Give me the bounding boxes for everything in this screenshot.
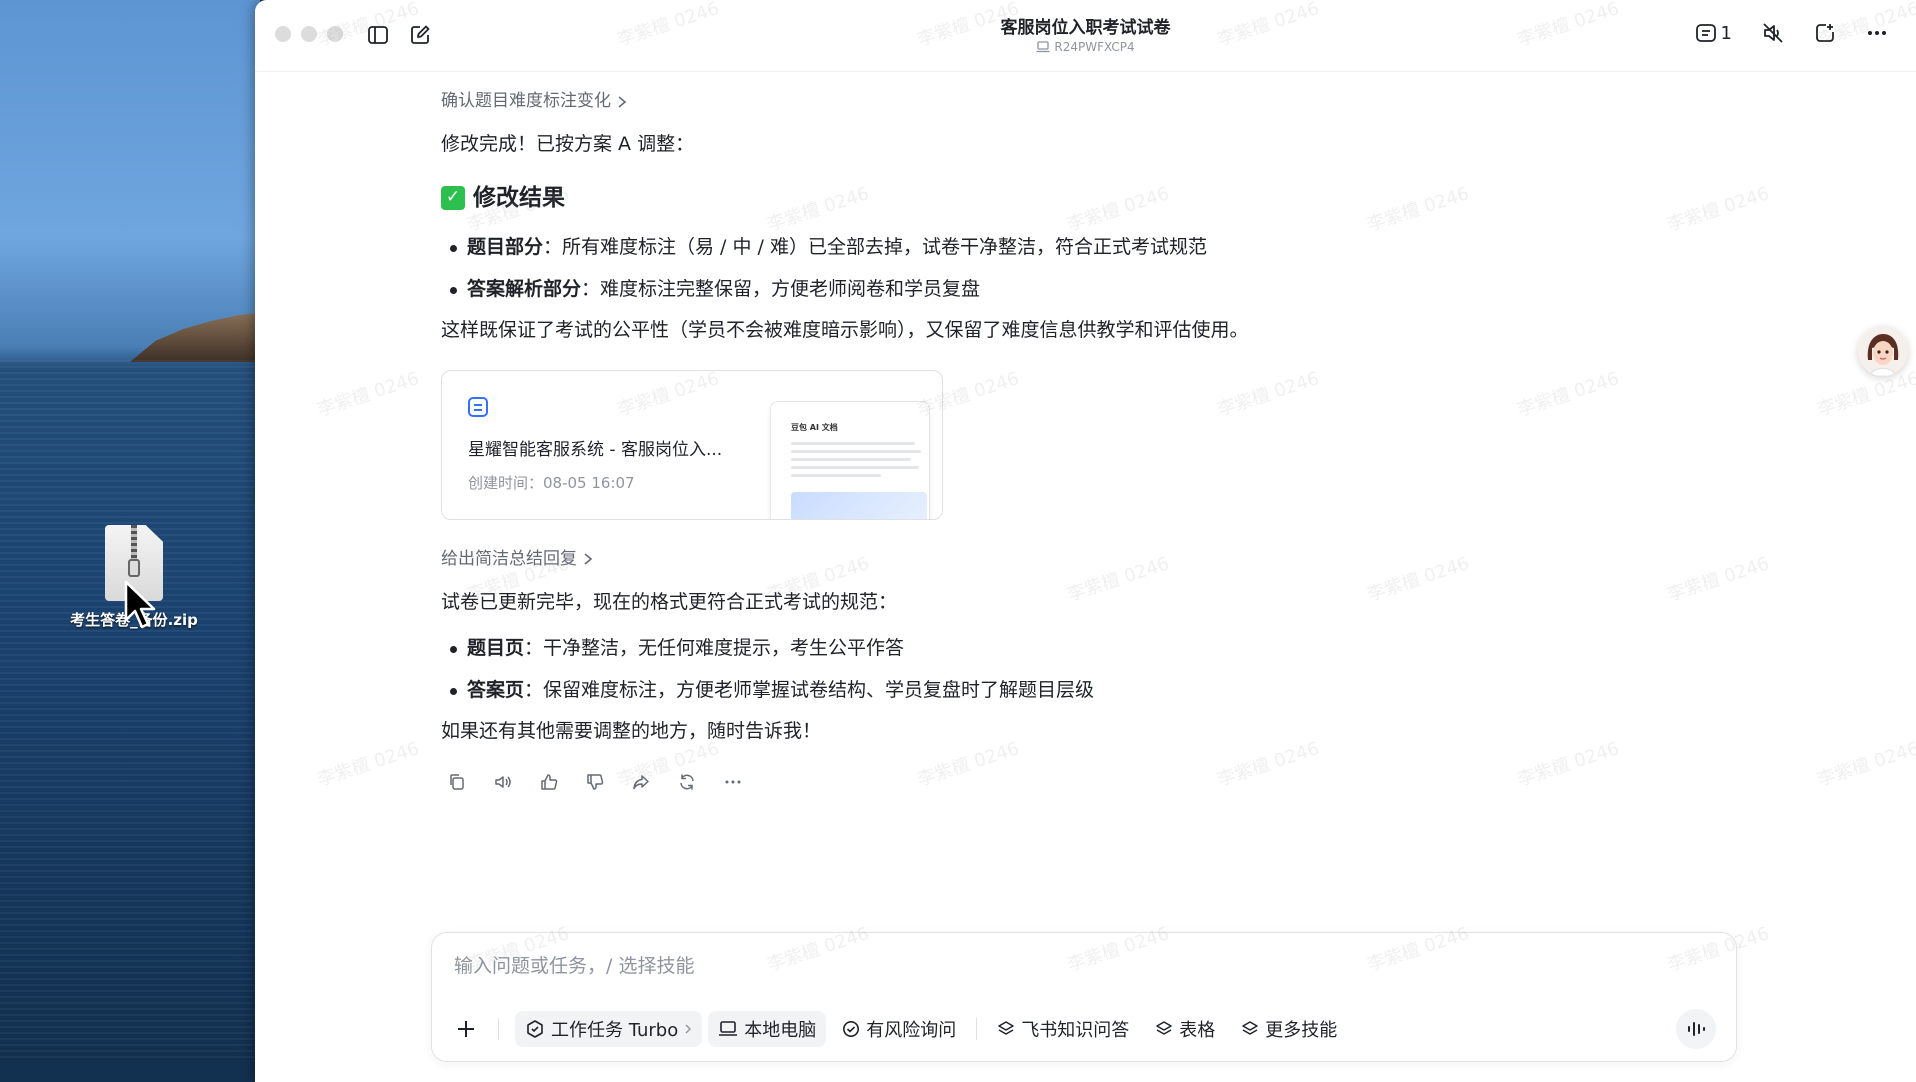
voice-input-button[interactable] bbox=[1676, 1009, 1716, 1049]
more-menu-button[interactable] bbox=[1866, 22, 1888, 44]
new-window-button[interactable] bbox=[1814, 22, 1836, 44]
list-item: 题目部分：所有难度标注（易 / 中 / 难）已全部去掉，试卷干净整洁，符合正式考… bbox=[441, 232, 1441, 262]
plus-icon bbox=[458, 1021, 474, 1037]
reply-closing: 如果还有其他需要调整的地方，随时告诉我！ bbox=[441, 719, 822, 742]
share-button[interactable] bbox=[631, 772, 651, 792]
message-actions bbox=[441, 772, 1441, 792]
work-task-turbo-chip[interactable]: 工作任务 Turbo bbox=[515, 1011, 703, 1047]
chat-content: 确认题目难度标注变化 修改完成！已按方案 A 调整： ✓ 修改结果 题目部分：所… bbox=[441, 72, 1441, 792]
layers-icon bbox=[1156, 1021, 1172, 1035]
feishu-knowledge-qa-chip[interactable]: 飞书知识问答 bbox=[987, 1011, 1139, 1047]
reply-summary-1: 这样既保证了考试的公平性（学员不会被难度暗示影响），又保留了难度信息供教学和评估… bbox=[441, 319, 1249, 342]
watermark-text: 李紫檀 0246 bbox=[314, 738, 422, 791]
document-preview-thumbnail: 豆包 AI 文档 bbox=[770, 400, 930, 519]
laptop-icon bbox=[719, 1021, 738, 1036]
result-list: 题目部分：所有难度标注（易 / 中 / 难）已全部去掉，试卷干净整洁，符合正式考… bbox=[441, 232, 1441, 304]
message-input[interactable] bbox=[454, 955, 1654, 977]
reply-intro-2: 试卷已更新完毕，现在的格式更符合正式考试的规范： bbox=[441, 590, 898, 613]
more-actions-button[interactable] bbox=[723, 772, 743, 792]
desktop-background: 考生答卷_备份.zip bbox=[0, 0, 260, 1082]
more-skills-chip[interactable]: 更多技能 bbox=[1231, 1011, 1347, 1047]
watermark-text: 李紫檀 0246 bbox=[1664, 183, 1772, 236]
speaker-icon bbox=[495, 776, 511, 789]
local-computer-chip[interactable]: 本地电脑 bbox=[708, 1011, 827, 1047]
risk-inquiry-chip[interactable]: 有风险询问 bbox=[832, 1011, 966, 1047]
doc-list-icon bbox=[1695, 24, 1716, 42]
layers-icon bbox=[1242, 1021, 1258, 1035]
window-title: 客服岗位入职考试试卷 bbox=[1000, 18, 1171, 38]
laptop-icon bbox=[1036, 41, 1050, 53]
task-mode-icon bbox=[527, 1020, 543, 1038]
titlebar-actions: 1 bbox=[1695, 22, 1888, 44]
watermark-text: 李紫檀 0246 bbox=[1814, 738, 1916, 791]
chevron-right-icon bbox=[618, 95, 627, 108]
chevron-right-icon bbox=[685, 1024, 692, 1034]
message-count: 1 bbox=[1720, 22, 1732, 44]
result-heading: ✓ 修改结果 bbox=[441, 180, 1441, 217]
watermark-text: 李紫檀 0246 bbox=[1814, 368, 1916, 421]
step-link-summary-reply[interactable]: 给出简洁总结回复 bbox=[441, 546, 1441, 573]
window-add-icon bbox=[1816, 24, 1834, 42]
thumbs-down-icon bbox=[587, 774, 604, 791]
title-bar: 客服岗位入职考试试卷 R24PWFXCP4 1 bbox=[255, 0, 1916, 72]
chevron-right-icon bbox=[584, 553, 593, 565]
regenerate-button[interactable] bbox=[677, 772, 697, 792]
chat-window: 客服岗位入职考试试卷 R24PWFXCP4 1 确认题目难度标注变化 修改完成！… bbox=[255, 0, 1916, 1082]
assistant-avatar[interactable] bbox=[1858, 326, 1908, 376]
copy-icon bbox=[450, 774, 464, 791]
refresh-icon bbox=[680, 774, 694, 790]
check-mark-icon: ✓ bbox=[441, 185, 465, 210]
shield-check-icon bbox=[843, 1021, 860, 1037]
copy-button[interactable] bbox=[447, 772, 467, 792]
add-attachment-button[interactable] bbox=[450, 1013, 482, 1045]
like-button[interactable] bbox=[539, 772, 559, 792]
voice-wave-icon bbox=[1688, 1022, 1705, 1036]
composer-toolbar: 工作任务 Turbo 本地电脑 有风险询问 飞书知识问答 表格 更多技能 bbox=[450, 1011, 1347, 1047]
message-composer: 工作任务 Turbo 本地电脑 有风险询问 飞书知识问答 表格 bbox=[431, 932, 1737, 1062]
step-link-confirm-difficulty[interactable]: 确认题目难度标注变化 bbox=[441, 88, 1441, 115]
window-subtitle: R24PWFXCP4 bbox=[255, 40, 1916, 54]
dislike-button[interactable] bbox=[585, 772, 605, 792]
layers-icon bbox=[998, 1021, 1014, 1035]
thumbs-up-icon bbox=[541, 774, 558, 791]
speaker-muted-icon bbox=[1763, 23, 1783, 43]
document-created-time: 创建时间：08-05 16:07 bbox=[468, 473, 635, 492]
watermark-text: 李紫檀 0246 bbox=[314, 368, 422, 421]
watermark-text: 李紫檀 0246 bbox=[1514, 738, 1622, 791]
format-list: 题目页：干净整洁，无任何难度提示，考生公平作答 答案页：保留难度标注，方便老师掌… bbox=[441, 633, 1441, 705]
list-item: 题目页：干净整洁，无任何难度提示，考生公平作答 bbox=[441, 633, 1441, 663]
mouse-cursor-icon bbox=[124, 580, 156, 629]
island-landscape bbox=[130, 312, 260, 362]
sheet-chip[interactable]: 表格 bbox=[1145, 1011, 1225, 1047]
mute-button[interactable] bbox=[1762, 22, 1784, 44]
watermark-text: 李紫檀 0246 bbox=[1514, 368, 1622, 421]
document-title: 星耀智能客服系统 - 客服岗位入... bbox=[468, 439, 723, 460]
assistant-avatar-icon bbox=[1858, 326, 1908, 376]
document-icon bbox=[468, 396, 488, 417]
list-item: 答案页：保留难度标注，方便老师掌握试卷结构、学员复盘时了解题目层级 bbox=[441, 675, 1441, 705]
message-count-button[interactable]: 1 bbox=[1695, 22, 1732, 44]
list-item: 答案解析部分：难度标注完整保留，方便老师阅卷和学员复盘 bbox=[441, 274, 1441, 304]
document-card[interactable]: 星耀智能客服系统 - 客服岗位入... 创建时间：08-05 16:07 豆包 … bbox=[441, 369, 943, 520]
share-icon bbox=[633, 775, 649, 790]
read-aloud-button[interactable] bbox=[493, 772, 513, 792]
reply-intro-1: 修改完成！已按方案 A 调整： bbox=[441, 133, 695, 156]
watermark-text: 李紫檀 0246 bbox=[1664, 553, 1772, 606]
more-dots-icon bbox=[725, 780, 741, 784]
device-id: R24PWFXCP4 bbox=[1054, 40, 1135, 54]
more-dots-icon bbox=[1868, 31, 1886, 35]
